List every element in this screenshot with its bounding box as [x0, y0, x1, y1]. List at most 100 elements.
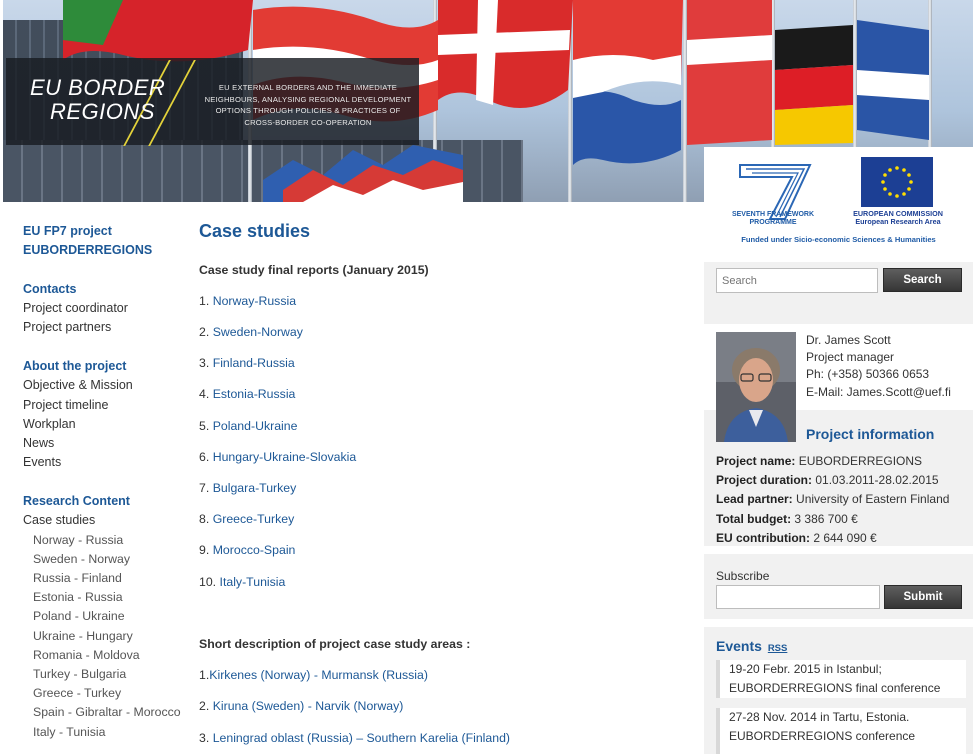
nav-sub-case-study[interactable]: Poland - Ukraine — [23, 607, 188, 626]
info-row: Total budget: 3 386 700 € — [716, 510, 949, 529]
report-link[interactable]: Poland-Ukraine — [213, 419, 298, 433]
list-number: 1. — [199, 668, 210, 682]
list-item: 3. Leningrad oblast (Russia) – Southern … — [199, 731, 510, 745]
report-link[interactable]: Hungary-Ukraine-Slovakia — [213, 450, 357, 464]
nav-sub-case-study[interactable]: Norway - Russia — [23, 531, 188, 550]
contact-email[interactable]: E-Mail: James.Scott@uef.fi — [806, 384, 951, 401]
logo-title-line: REGIONS — [50, 99, 155, 124]
nav-project-title[interactable]: EU FP7 project — [23, 222, 188, 241]
nav-item-objective[interactable]: Objective & Mission — [23, 376, 188, 395]
nav-sub-case-study[interactable]: Spain - Gibraltar - Morocco — [23, 703, 188, 722]
page-title: Case studies — [199, 221, 311, 241]
project-info-list: Project name: EUBORDERREGIONS Project du… — [716, 452, 949, 548]
list-number: 4. — [199, 387, 210, 401]
nav-head-contacts[interactable]: Contacts — [23, 280, 188, 299]
ec-label: EUROPEAN COMMISSION European Research Ar… — [844, 210, 952, 226]
flag-image — [687, 0, 772, 145]
nav-sub-case-study[interactable]: Sweden - Norway — [23, 550, 188, 569]
search-input[interactable] — [716, 268, 878, 293]
event-title: EUBORDERREGIONS final conference — [729, 680, 941, 695]
list-item: 6. Hungary-Ukraine-Slovakia — [199, 450, 356, 464]
areas-heading: Short description of project case study … — [199, 637, 471, 651]
left-navigation: EU FP7 project EUBORDERREGIONS Contacts … — [23, 222, 188, 742]
list-number: 8. — [199, 512, 210, 526]
rss-link[interactable]: RSS — [768, 643, 788, 654]
nav-project-title[interactable]: EUBORDERREGIONS — [23, 241, 188, 260]
report-link[interactable]: Norway-Russia — [213, 294, 296, 308]
nav-sub-case-study[interactable]: Ukraine - Hungary — [23, 627, 188, 646]
nav-item-workplan[interactable]: Workplan — [23, 415, 188, 434]
report-link[interactable]: Estonia-Russia — [213, 387, 296, 401]
area-link[interactable]: Kirkenes (Norway) - Murmansk (Russia) — [209, 668, 428, 682]
search-button[interactable]: Search — [883, 268, 962, 292]
list-number: 2. — [199, 699, 210, 713]
report-link[interactable]: Bulgara-Turkey — [213, 481, 297, 495]
nav-item-project-partners[interactable]: Project partners — [23, 318, 188, 337]
report-link[interactable]: Morocco-Spain — [213, 543, 296, 557]
fp7-label: SEVENTH FRAMEWORK PROGRAMME — [731, 211, 815, 226]
event-item[interactable]: 27-28 Nov. 2014 in Tartu, Estonia. EUBOR… — [716, 708, 966, 754]
project-info-title: Project information — [806, 426, 935, 442]
logo-title-line: EU BORDER — [30, 75, 166, 100]
event-item[interactable]: 19-20 Febr. 2015 in Istanbul; EUBORDERRE… — [716, 660, 966, 698]
nav-head-about[interactable]: About the project — [23, 357, 188, 376]
main-content: Case studies Case study final reports (J… — [199, 220, 694, 745]
list-item: 1. Norway-Russia — [199, 294, 296, 308]
nav-sub-case-study[interactable]: Russia - Finland — [23, 569, 188, 588]
divider — [704, 619, 973, 627]
logo-title: EU BORDER REGIONS — [30, 76, 165, 124]
nav-head-research[interactable]: Research Content — [23, 492, 188, 511]
report-link[interactable]: Italy-Tunisia — [220, 575, 286, 589]
report-link[interactable]: Greece-Turkey — [213, 512, 295, 526]
events-title: Events — [716, 638, 762, 654]
list-number: 5. — [199, 419, 210, 433]
funded-under-text: Funded under Sicio-economic Sciences & H… — [741, 235, 936, 244]
info-value: University of Eastern Finland — [792, 492, 950, 507]
list-item: 1.Kirkenes (Norway) - Murmansk (Russia) — [199, 668, 428, 682]
nav-item-case-studies[interactable]: Case studies — [23, 511, 188, 530]
nav-sub-case-study[interactable]: Greece - Turkey — [23, 684, 188, 703]
list-number: 6. — [199, 450, 210, 464]
list-number: 9. — [199, 543, 210, 557]
list-number: 7. — [199, 481, 210, 495]
list-number: 2. — [199, 325, 210, 339]
nav-sub-case-study[interactable]: Estonia - Russia — [23, 588, 188, 607]
nav-item-project-coordinator[interactable]: Project coordinator — [23, 299, 188, 318]
list-item: 7. Bulgara-Turkey — [199, 481, 296, 495]
area-link[interactable]: Leningrad oblast (Russia) – Southern Kar… — [213, 731, 510, 745]
info-row: Project duration: 01.03.2011-28.02.2015 — [716, 471, 949, 490]
contact-details: Dr. James Scott Project manager Ph: (+35… — [806, 332, 951, 401]
list-number: 10. — [199, 575, 217, 589]
portrait-image — [716, 332, 796, 442]
divider — [704, 546, 973, 554]
site-logo[interactable]: EU BORDER REGIONS EU EXTERNAL BORDERS AN… — [6, 58, 419, 146]
contact-role: Project manager — [806, 350, 895, 365]
subscribe-email-input[interactable] — [716, 585, 880, 609]
funding-logos: SEVENTH FRAMEWORK PROGRAMME EUROPEAN COM… — [704, 147, 973, 247]
info-label: Project name: — [716, 454, 796, 468]
flag-image — [857, 20, 929, 140]
info-value: 2 644 090 € — [809, 530, 877, 545]
nav-item-timeline[interactable]: Project timeline — [23, 396, 188, 415]
right-sidebar: Search Dr. James Scott Project manager P… — [704, 262, 973, 754]
info-value: EUBORDERREGIONS — [795, 454, 923, 468]
info-value: 01.03.2011-28.02.2015 — [812, 473, 939, 488]
list-number: 1. — [199, 294, 210, 308]
list-number: 3. — [199, 731, 210, 745]
report-link[interactable]: Finland-Russia — [213, 356, 295, 370]
reports-heading: Case study final reports (January 2015) — [199, 263, 429, 277]
flag-image — [775, 25, 853, 145]
nav-item-events[interactable]: Events — [23, 453, 188, 472]
nav-item-news[interactable]: News — [23, 434, 188, 453]
list-item: 2. Kiruna (Sweden) - Narvik (Norway) — [199, 699, 403, 713]
info-label: EU contribution: — [716, 530, 810, 545]
nav-sub-case-study[interactable]: Italy - Tunisia — [23, 723, 188, 742]
subscribe-button[interactable]: Submit — [884, 585, 962, 609]
area-link[interactable]: Kiruna (Sweden) - Narvik (Norway) — [213, 699, 404, 713]
info-label: Total budget: — [716, 511, 792, 526]
events-heading: Events RSS — [716, 638, 787, 654]
nav-sub-case-study[interactable]: Turkey - Bulgaria — [23, 665, 188, 684]
nav-sub-case-study[interactable]: Romania - Moldova — [23, 646, 188, 665]
list-item: 8. Greece-Turkey — [199, 512, 294, 526]
report-link[interactable]: Sweden-Norway — [213, 325, 303, 339]
